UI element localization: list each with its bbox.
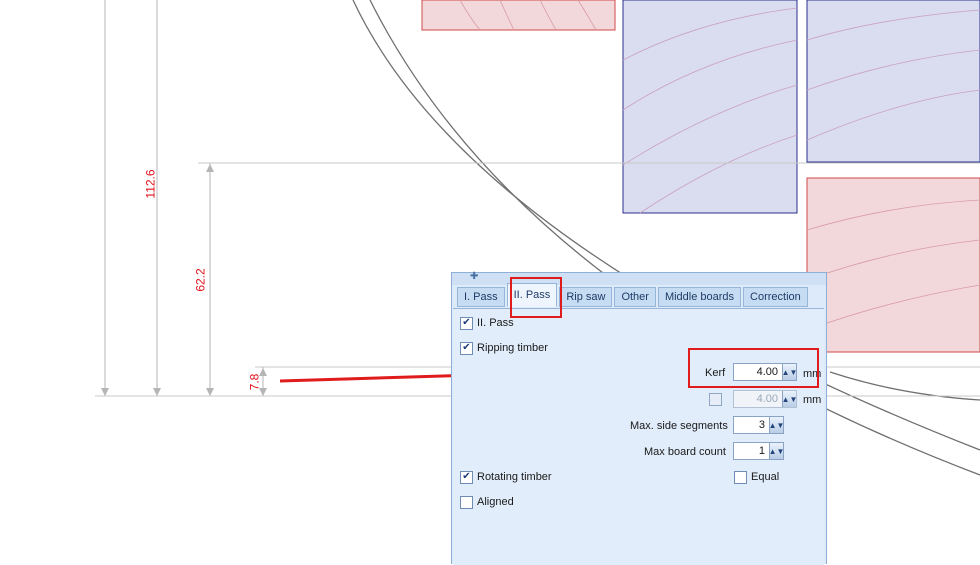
max-board-count-value: 1: [758, 445, 765, 457]
tab-correction[interactable]: Correction: [743, 287, 808, 307]
tab-second-pass[interactable]: II. Pass: [506, 283, 558, 307]
max-board-count-label: Max board count: [644, 446, 726, 458]
kerf2-value: 4.00: [756, 393, 778, 405]
settings-panel: ✚ I. Pass II. Pass Rip saw Other Middle …: [451, 271, 827, 565]
second-pass-row: ✔ II. Pass: [460, 314, 514, 332]
kerf2-checkbox[interactable]: [709, 393, 722, 406]
rotating-timber-label: Rotating timber: [477, 471, 552, 483]
aligned-checkbox[interactable]: [460, 495, 473, 509]
kerf2-unit: mm: [803, 394, 822, 406]
tab-other[interactable]: Other: [614, 287, 656, 307]
kerf2-stepper[interactable]: 4.00 ▲▼: [733, 390, 797, 408]
ripping-timber-label: Ripping timber: [477, 342, 548, 354]
max-side-segments-spin-icon[interactable]: ▲▼: [769, 417, 784, 433]
rotating-timber-row: ✔ Rotating timber: [460, 468, 552, 486]
ripping-timber-row: ✔ Ripping timber: [460, 339, 548, 357]
max-side-segments-stepper[interactable]: 3 ▲▼: [733, 416, 784, 434]
tab-bar: I. Pass II. Pass Rip saw Other Middle bo…: [457, 283, 810, 307]
kerf-spin-icon[interactable]: ▲▼: [782, 364, 797, 380]
tab-middle-boards[interactable]: Middle boards: [657, 287, 742, 307]
ripping-timber-checkbox[interactable]: ✔: [460, 341, 473, 355]
kerf-stepper[interactable]: 4.00 ▲▼: [733, 363, 797, 381]
tab-content: ✔ II. Pass ✔ Ripping timber Kerf 4.00 ▲▼…: [453, 308, 824, 565]
dimension-label-total: 112.6: [143, 169, 158, 199]
aligned-label: Aligned: [477, 496, 514, 508]
max-side-segments-value: 3: [758, 419, 765, 431]
max-board-count-stepper[interactable]: 1 ▲▼: [733, 442, 784, 460]
kerf-label: Kerf: [705, 367, 726, 379]
equal-row: Equal: [734, 468, 779, 486]
aligned-row: Aligned: [460, 493, 514, 511]
equal-checkbox[interactable]: [734, 470, 747, 484]
dimension-label-middle: 62.2: [193, 268, 208, 292]
pin-icon[interactable]: ✚: [470, 271, 478, 282]
tab-first-pass[interactable]: I. Pass: [457, 287, 505, 307]
board-top-red: [421, 0, 616, 31]
max-board-count-spin-icon[interactable]: ▲▼: [769, 443, 784, 459]
board-right-red: [806, 177, 980, 353]
dimension-label-kerf: 7.8: [247, 373, 262, 391]
equal-label: Equal: [751, 471, 780, 483]
rotating-timber-checkbox[interactable]: ✔: [460, 470, 473, 484]
board-blue-left: [622, 0, 798, 214]
tab-rip-saw[interactable]: Rip saw: [559, 287, 613, 307]
kerf2-spin-icon[interactable]: ▲▼: [782, 391, 797, 407]
max-side-segments-label: Max. side segments: [630, 420, 728, 432]
kerf-unit: mm: [803, 368, 822, 380]
second-pass-checkbox[interactable]: ✔: [460, 316, 473, 330]
kerf-value: 4.00: [756, 366, 778, 378]
second-pass-label: II. Pass: [477, 317, 514, 329]
